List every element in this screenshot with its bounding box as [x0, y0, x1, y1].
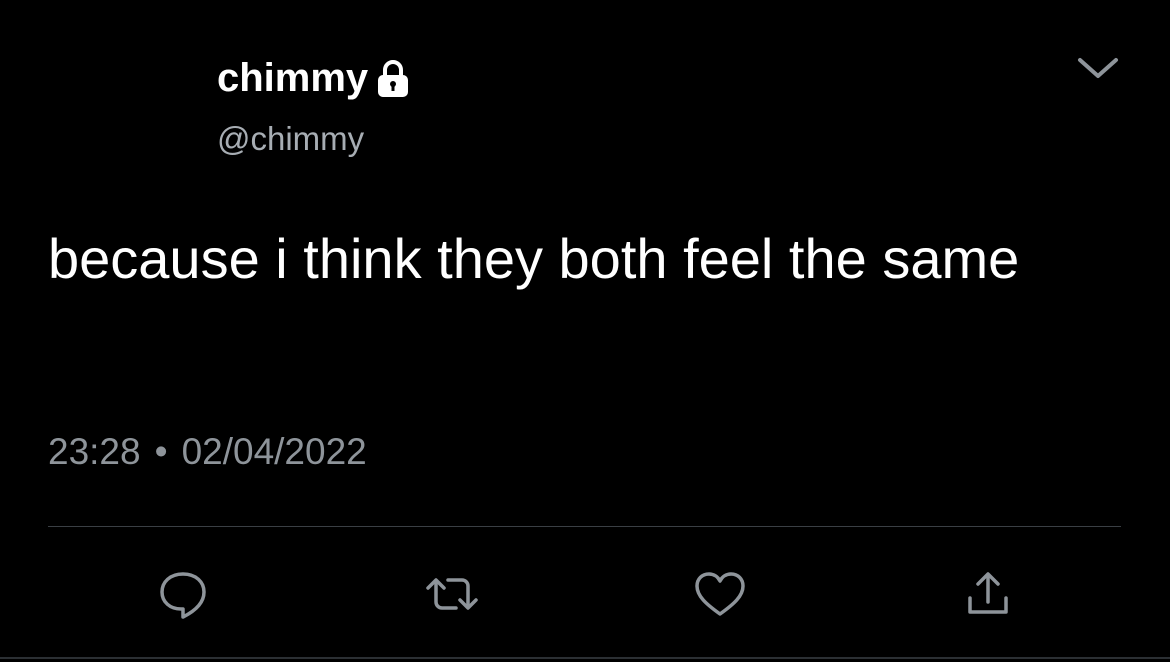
speech-bubble-icon	[160, 572, 206, 619]
tweet-text: because i think they both feel the same	[48, 227, 1020, 290]
retweet-arrows-icon	[426, 578, 478, 610]
bottom-border	[0, 657, 1170, 659]
author-name-row: chimmy	[217, 52, 1017, 104]
like-button[interactable]	[692, 568, 748, 620]
retweet-button[interactable]	[424, 568, 480, 620]
divider	[48, 526, 1121, 527]
tweet-detail: chimmy @chimmy because i think they both…	[0, 0, 1170, 662]
author-handle[interactable]: @chimmy	[217, 118, 1017, 160]
tweet-date: 02/04/2022	[181, 431, 367, 472]
lock-icon	[374, 59, 412, 99]
timestamp-separator: •	[154, 431, 168, 472]
more-options-chevron-icon[interactable]	[1072, 50, 1124, 86]
tweet-timestamp: 23:28 • 02/04/2022	[48, 430, 367, 474]
tweet-header: chimmy @chimmy	[217, 52, 1017, 160]
tweet-time: 23:28	[48, 431, 141, 472]
share-button[interactable]	[960, 568, 1016, 620]
reply-button[interactable]	[155, 568, 211, 620]
share-upload-icon	[968, 572, 1008, 614]
heart-icon	[695, 572, 745, 616]
author-display-name[interactable]: chimmy	[217, 52, 368, 104]
